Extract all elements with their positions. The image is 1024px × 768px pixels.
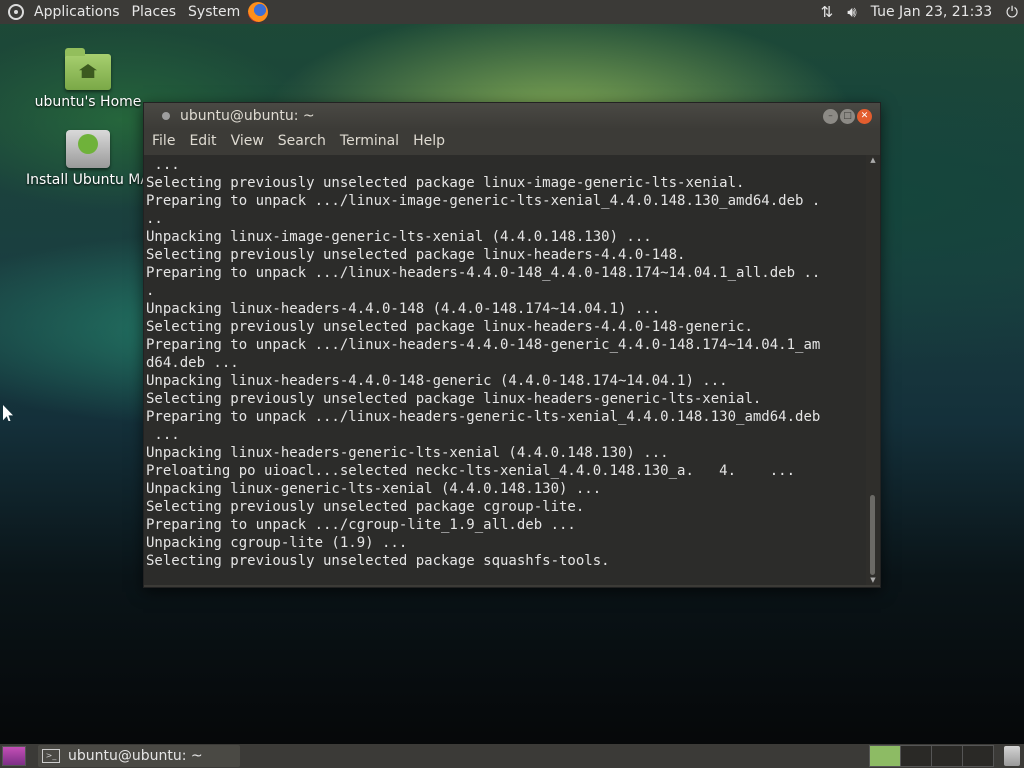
menu-edit[interactable]: Edit [189,133,216,149]
terminal-line: Preparing to unpack .../linux-headers-4.… [146,265,821,281]
window-titlebar[interactable]: ubuntu@ubuntu: ~ – □ ✕ [144,103,880,129]
top-panel: Applications Places System ⇅ 🔊︎ Tue Jan … [0,0,1024,24]
workspace-3[interactable] [931,745,963,767]
desktop-icon-label: Install Ubuntu MA [26,172,150,188]
terminal-line: Preloating po uioacl...selected neckc-lt… [146,463,796,479]
home-folder-icon [65,48,111,90]
terminal-line: Preparing to unpack .../linux-image-gene… [146,193,821,209]
terminal-line: Preparing to unpack .../linux-headers-4.… [146,337,821,353]
terminal-scrollbar[interactable]: ▲ ▼ [866,155,880,585]
terminal-line: d64.deb ... [146,355,239,371]
menu-view[interactable]: View [231,133,264,149]
workspace-switcher [869,745,994,767]
terminal-line: Selecting previously unselected package … [146,319,753,335]
taskbar-item-terminal[interactable]: >_ ubuntu@ubuntu: ~ [38,745,240,767]
terminal-line: Unpacking cgroup-lite (1.9) ... [146,535,408,551]
menu-applications[interactable]: Applications [32,4,122,20]
terminal-line: Selecting previously unselected package … [146,247,686,263]
terminal-line: Selecting previously unselected package … [146,499,585,515]
trash-icon[interactable] [1004,746,1020,766]
terminal-line: Selecting previously unselected package … [146,391,762,407]
maximize-button[interactable]: □ [840,108,855,124]
terminal-line: ... [146,427,180,443]
desktop-icon-label: ubuntu's Home [34,94,142,110]
terminal-line: Unpacking linux-headers-4.4.0-148 (4.4.0… [146,301,661,317]
menu-terminal[interactable]: Terminal [340,133,399,149]
terminal-line: Selecting previously unselected package … [146,175,745,191]
firefox-icon[interactable] [248,2,269,22]
terminal-line: Preparing to unpack .../cgroup-lite_1.9_… [146,517,576,533]
terminal-line: ... [146,157,180,173]
terminal-line: Unpacking linux-headers-4.4.0-148-generi… [146,373,728,389]
taskbar-item-label: ubuntu@ubuntu: ~ [68,748,203,764]
terminal-output[interactable]: ... Selecting previously unselected packa… [144,155,866,585]
menu-system[interactable]: System [186,4,242,20]
workspace-1[interactable] [869,745,901,767]
desktop-icon-home[interactable]: ubuntu's Home [13,48,163,110]
show-desktop-icon[interactable] [2,746,26,766]
window-menu-icon[interactable] [162,112,170,120]
scrollbar-thumb[interactable] [870,495,875,575]
terminal-window[interactable]: ubuntu@ubuntu: ~ – □ ✕ File Edit View Se… [143,102,881,588]
terminal-line: Unpacking linux-generic-lts-xenial (4.4.… [146,481,602,497]
menu-file[interactable]: File [152,133,175,149]
volume-icon[interactable]: 🔊︎ [847,3,856,21]
desktop-icon-installer[interactable]: Install Ubuntu MA [13,130,163,188]
workspace-2[interactable] [900,745,932,767]
ubuntu-logo-icon[interactable] [8,4,24,20]
power-icon[interactable]: ⏻ [1006,3,1018,21]
terminal-line: .. [146,211,163,227]
menu-search[interactable]: Search [278,133,326,149]
network-arrows-icon[interactable]: ⇅ [821,3,834,21]
workspace-4[interactable] [962,745,994,767]
terminal-icon: >_ [42,749,60,763]
clock[interactable]: Tue Jan 23, 21:33 [871,4,992,20]
terminal-text: ... Selecting previously unselected packa… [144,155,866,570]
scroll-up-icon[interactable]: ▲ [866,155,880,165]
scroll-down-icon[interactable]: ▼ [866,575,880,585]
menu-help[interactable]: Help [413,133,445,149]
terminal-line: Preparing to unpack .../linux-headers-ge… [146,409,821,425]
window-title: ubuntu@ubuntu: ~ [180,108,315,124]
menu-places[interactable]: Places [130,4,179,20]
mouse-cursor-icon [3,405,13,421]
installer-icon [66,130,110,168]
terminal-line: Unpacking linux-headers-generic-lts-xeni… [146,445,669,461]
close-button[interactable]: ✕ [857,108,872,124]
bottom-panel: >_ ubuntu@ubuntu: ~ [0,744,1024,768]
minimize-button[interactable]: – [823,108,838,124]
terminal-line: Unpacking linux-image-generic-lts-xenial… [146,229,652,245]
terminal-line: . [146,283,155,299]
terminal-menubar: File Edit View Search Terminal Help [144,129,880,153]
system-tray: ⇅ 🔊︎ Tue Jan 23, 21:33 ⏻ [821,3,1024,21]
terminal-line: Selecting previously unselected package … [146,553,610,569]
